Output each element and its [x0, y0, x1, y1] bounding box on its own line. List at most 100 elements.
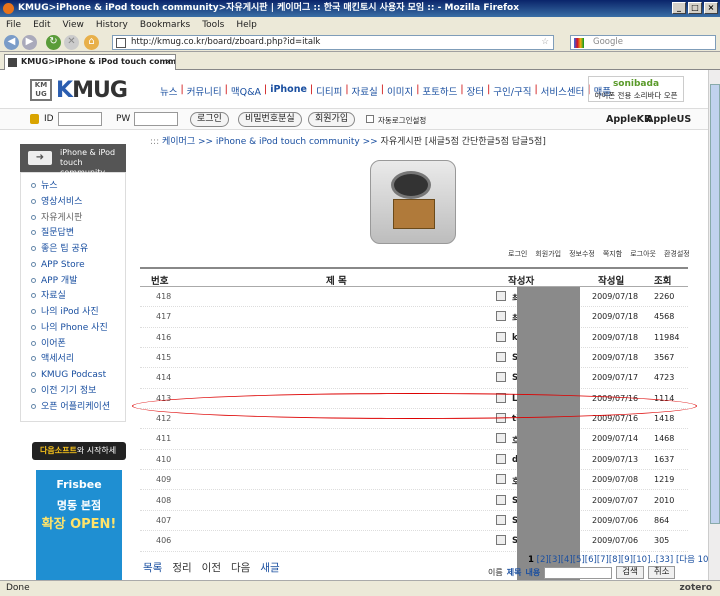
- menu-help[interactable]: Help: [236, 17, 257, 33]
- daumsoft-banner[interactable]: 다음소프트와 시작하세요.: [32, 442, 126, 473]
- id-field[interactable]: [58, 112, 102, 126]
- board-messages-link[interactable]: 쪽지함: [603, 249, 622, 259]
- sidebar-item-podcast[interactable]: KMUG Podcast: [31, 368, 125, 384]
- nav-photohard[interactable]: 포토하드: [422, 84, 457, 98]
- join-button[interactable]: 회원가입: [308, 112, 356, 127]
- board-edit-info-link[interactable]: 정보수정: [569, 249, 595, 259]
- nav-downloads[interactable]: 자료실: [352, 84, 378, 98]
- password-field[interactable]: [134, 112, 178, 126]
- table-row[interactable]: 406아이팟나노 3세대 [1]S2009/07/06305: [140, 531, 688, 552]
- new-posts-button[interactable]: 새글: [260, 560, 279, 575]
- sonibada-banner[interactable]: sonibada 아이폰 전용 소리바다 오픈: [588, 76, 684, 102]
- table-row[interactable]: 408인증끝났다는데요.. Iphone 3GS - 전파인증 [16]S200…: [140, 491, 688, 511]
- sidebar-item-ipod-photos[interactable]: 나의 iPod 사진: [31, 305, 125, 321]
- maximize-button[interactable]: □: [688, 2, 702, 14]
- nav-jobs[interactable]: 구인/구직: [493, 84, 531, 98]
- sidebar-item-news[interactable]: 뉴스: [31, 179, 125, 195]
- board-search-button[interactable]: 검색: [616, 566, 644, 579]
- menu-file[interactable]: File: [6, 17, 21, 33]
- board-logout-link[interactable]: 로그아웃: [630, 249, 656, 259]
- sidebar-item-open-apps[interactable]: 오픈 어플리케이션: [31, 400, 125, 416]
- zotero-icon[interactable]: zotero: [680, 581, 712, 596]
- breadcrumb-path[interactable]: 케이머그 >> iPhone & iPod touch community >>: [162, 137, 378, 147]
- frisbee-banner[interactable]: Frisbee 명동 본점 확장 OPEN!: [36, 470, 122, 580]
- nav-market[interactable]: 장터: [467, 84, 484, 98]
- menu-history[interactable]: History: [96, 17, 128, 33]
- sidebar-header[interactable]: ➜ iPhone & iPod touch community: [20, 144, 126, 177]
- close-button[interactable]: ×: [704, 2, 718, 14]
- board-login-link[interactable]: 로그인: [508, 249, 527, 259]
- home-icon[interactable]: ⌂: [84, 35, 99, 50]
- page-current: 1: [528, 555, 534, 565]
- nav-iphone[interactable]: iPhone: [270, 84, 307, 98]
- table-row[interactable]: 417KT본사직원 사내공지로 확인했습니다. 출시 확정입니...[10]최2…: [140, 307, 688, 328]
- sidebar-item-downloads[interactable]: 자료실: [31, 289, 125, 305]
- vertical-scrollbar[interactable]: [708, 70, 720, 580]
- list-button[interactable]: 목록: [143, 560, 162, 575]
- menu-edit[interactable]: Edit: [33, 17, 50, 33]
- reload-icon[interactable]: ↻: [46, 35, 61, 50]
- search-opt-name[interactable]: 이름: [488, 567, 503, 578]
- board-join-link[interactable]: 회원가입: [535, 249, 561, 259]
- tab-close-icon[interactable]: ×: [165, 55, 172, 69]
- forward-icon[interactable]: ▶: [22, 35, 37, 50]
- sort-button[interactable]: 정리: [172, 560, 191, 575]
- back-icon[interactable]: ◀: [4, 35, 19, 50]
- search-opt-content[interactable]: 내용: [525, 567, 540, 578]
- top-navigation: 뉴스 | 커뮤니티 | 맥Q&A | iPhone | 디티피 | 자료실 | 이미지 | 포…: [160, 84, 612, 98]
- kmug-logo[interactable]: KM UG KMUG: [30, 78, 128, 103]
- tab-kmug[interactable]: KMUG>iPhone & iPod touch commun... ×: [4, 54, 176, 70]
- table-row[interactable]: 415SK텔레콤 홍보부 직원의 아이폰관련 귀뜸....[13]S2009/0…: [140, 348, 688, 369]
- sidebar-item-old-devices[interactable]: 이전 기기 정보: [31, 384, 125, 400]
- menu-view[interactable]: View: [63, 17, 84, 33]
- nav-community[interactable]: 커뮤니티: [187, 84, 222, 98]
- auto-login-checkbox[interactable]: [366, 115, 374, 123]
- board-search-input[interactable]: [544, 566, 613, 579]
- page-links[interactable]: [2][3][4][5][6][7][8][9][10]..[33] [다음 1…: [537, 555, 708, 565]
- board-cancel-button[interactable]: 취소: [647, 566, 676, 579]
- sidebar-item-video[interactable]: 영상서비스: [31, 195, 125, 211]
- login-bar: ID PW 로그인 비밀번호분실 회원가입 자동로그인설정 AppleKR Ap…: [0, 108, 708, 130]
- nav-news[interactable]: 뉴스: [160, 84, 177, 98]
- find-password-button[interactable]: 비밀번호분실: [238, 112, 302, 127]
- sidebar-item-earphones[interactable]: 이어폰: [31, 337, 125, 353]
- sidebar-item-appdev[interactable]: APP 개발: [31, 274, 125, 290]
- apple-kr-link[interactable]: AppleKR: [606, 114, 651, 125]
- nav-dtp[interactable]: 디티피: [316, 84, 342, 98]
- scrollbar-thumb[interactable]: [710, 84, 720, 524]
- menu-bookmarks[interactable]: Bookmarks: [140, 17, 190, 33]
- table-row[interactable]: 410배고푸삼까봐..떡밥하나 던저드리고 갑니다..^^ㅋ [10]d2009…: [140, 450, 688, 471]
- search-input[interactable]: Google: [570, 35, 716, 50]
- nav-images[interactable]: 이미지: [387, 84, 413, 98]
- minimize-button[interactable]: _: [672, 2, 686, 14]
- author-avatar-icon: [496, 514, 506, 525]
- menu-tools[interactable]: Tools: [202, 17, 224, 33]
- header-num: 번호: [151, 276, 169, 287]
- post-views: 4568: [654, 312, 675, 322]
- table-row[interactable]: 409아이팟 터치 가격 예상.. [11]호2009/07/081219: [140, 470, 688, 491]
- stop-icon[interactable]: ✕: [64, 35, 79, 50]
- nav-service[interactable]: 서비스센터: [541, 84, 585, 98]
- sidebar-item-accessories[interactable]: 액세서리: [31, 352, 125, 368]
- sidebar-item-appstore[interactable]: APP Store: [31, 258, 125, 274]
- table-row[interactable]: 416일간 0729/0812[19]k2009/07/1811984: [140, 328, 688, 349]
- author-avatar-icon: [496, 311, 506, 322]
- next-button[interactable]: 다음: [231, 560, 250, 575]
- table-row[interactable]: 418문자보내신분 보세요... [아이폰 출시관련][14]최2009/07/…: [140, 287, 688, 308]
- table-row[interactable]: 411떡밥만 물지말고 좀 여러분이 만들어 먹어봐! [21]흐2009/07…: [140, 429, 688, 450]
- board-settings-link[interactable]: 환경설정: [664, 249, 690, 259]
- auto-login-label: 자동로그인설정: [378, 116, 427, 125]
- apple-us-link[interactable]: AppleUS: [646, 114, 691, 125]
- url-bar[interactable]: http://kmug.co.kr/board/zboard.php?id=it…: [112, 35, 554, 50]
- table-row[interactable]: 407와이파이와 GPS기능있는 휴대폰도 SKT에서 사용가능... [4]S…: [140, 511, 688, 532]
- nav-macqa[interactable]: 맥Q&A: [231, 84, 261, 98]
- sidebar-item-phone-photos[interactable]: 나의 Phone 사진: [31, 321, 125, 337]
- login-button[interactable]: 로그인: [190, 112, 229, 127]
- sidebar-item-freeboard[interactable]: 자유게시판: [31, 211, 125, 227]
- bookmark-star-icon[interactable]: ☆: [541, 36, 549, 49]
- prev-button[interactable]: 이전: [202, 560, 221, 575]
- sidebar-item-qa[interactable]: 질문답변: [31, 226, 125, 242]
- table-row[interactable]: 414오늘의 떡밥: 이찬진님표 아이폰 소식 [7]S2009/07/1747…: [140, 368, 688, 389]
- sidebar-item-tips[interactable]: 좋은 팁 공유: [31, 242, 125, 258]
- search-opt-title[interactable]: 제목: [507, 567, 522, 578]
